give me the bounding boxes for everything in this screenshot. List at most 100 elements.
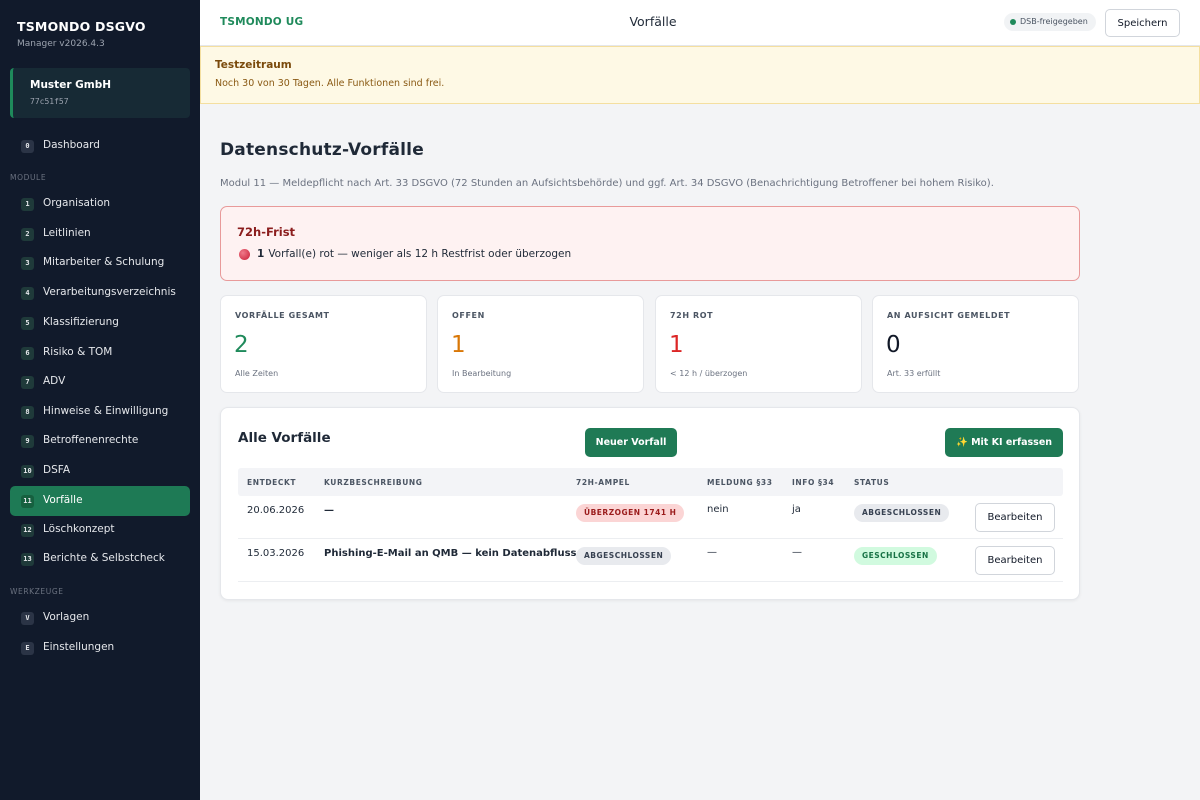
sidebar-item-betroffenenrechte[interactable]: 9 Betroffenenrechte bbox=[10, 426, 190, 456]
kpi-value: 0 bbox=[886, 332, 901, 358]
incidents-title: Alle Vorfälle bbox=[238, 430, 331, 446]
sidebar-item-vorfaelle[interactable]: 11 Vorfälle bbox=[10, 486, 190, 516]
trial-title: Testzeitraum bbox=[215, 59, 292, 71]
alert-count: 1 bbox=[257, 248, 265, 260]
kpi-value: 1 bbox=[451, 332, 466, 358]
table-row: 20.06.2026 — ÜBERZOGEN 1741 H nein ja AB… bbox=[238, 496, 1063, 539]
kpi-label: AN AUFSICHT GEMELDET bbox=[887, 311, 1011, 320]
nav-badge: 3 bbox=[21, 257, 34, 270]
sidebar-item-hinweise[interactable]: 8 Hinweise & Einwilligung bbox=[10, 397, 190, 427]
status-dot-icon bbox=[1010, 19, 1016, 25]
topbar-title: Vorfälle bbox=[629, 14, 677, 29]
kpi-sub: Alle Zeiten bbox=[235, 369, 279, 378]
nav-badge: 0 bbox=[21, 140, 34, 153]
save-button[interactable]: Speichern bbox=[1105, 9, 1180, 37]
column-header: ENTDECKT bbox=[247, 478, 297, 487]
sidebar-item-label: Organisation bbox=[43, 197, 111, 209]
sidebar-item-label: Verarbeitungsverzeichnis bbox=[43, 286, 176, 298]
nav-badge: 4 bbox=[21, 287, 34, 300]
nav-badge: 5 bbox=[21, 317, 34, 330]
cell-meldung: — bbox=[707, 547, 717, 558]
edit-button[interactable]: Bearbeiten bbox=[975, 503, 1055, 532]
cell-meldung: nein bbox=[707, 504, 729, 515]
tenant-switcher[interactable]: Muster GmbH 77c51f57 bbox=[10, 68, 190, 118]
nav-badge: 12 bbox=[21, 524, 34, 537]
kpi-label: VORFÄLLE GESAMT bbox=[235, 311, 330, 320]
nav-badge: 11 bbox=[21, 495, 34, 508]
cell-date: 20.06.2026 bbox=[247, 505, 305, 516]
sidebar-item-label: Risiko & TOM bbox=[43, 346, 113, 358]
kpi-card-reported: AN AUFSICHT GEMELDET 0 Art. 33 erfüllt bbox=[872, 295, 1079, 393]
dsb-status-badge: DSB-freigegeben bbox=[1004, 13, 1096, 31]
sidebar-item-label: Betroffenenrechte bbox=[43, 434, 139, 446]
sidebar-item-vorlagen[interactable]: V Vorlagen bbox=[10, 603, 190, 633]
nav-badge: 1 bbox=[21, 198, 34, 211]
sidebar-item-label: Leitlinien bbox=[43, 227, 91, 239]
page-title: Datenschutz-Vorfälle bbox=[220, 140, 424, 160]
status-badge: GESCHLOSSEN bbox=[854, 547, 937, 565]
sidebar-item-loeschkonzept[interactable]: 12 Löschkonzept bbox=[10, 515, 190, 545]
kpi-value: 1 bbox=[669, 332, 684, 358]
sidebar-item-dsfa[interactable]: 10 DSFA bbox=[10, 456, 190, 486]
kpi-value: 2 bbox=[234, 332, 249, 358]
status-badge: ABGESCHLOSSEN bbox=[854, 504, 950, 522]
trial-banner: Testzeitraum Noch 30 von 30 Tagen. Alle … bbox=[200, 46, 1200, 104]
sidebar-item-label: Dashboard bbox=[43, 139, 100, 151]
ai-capture-button[interactable]: ✨ Mit KI erfassen bbox=[945, 428, 1063, 457]
edit-button[interactable]: Bearbeiten bbox=[975, 546, 1055, 575]
sidebar-item-label: Mitarbeiter & Schulung bbox=[43, 256, 165, 268]
alert-text: 1 Vorfall(e) rot — weniger als 12 h Rest… bbox=[239, 248, 571, 260]
red-circle-icon bbox=[239, 248, 250, 260]
cell-description: — bbox=[324, 505, 334, 516]
sidebar-item-dashboard[interactable]: 0 Dashboard bbox=[10, 131, 190, 161]
kpi-sub: < 12 h / überzogen bbox=[670, 369, 748, 378]
sidebar-item-organisation[interactable]: 1 Organisation bbox=[10, 189, 190, 219]
nav-badge: 2 bbox=[21, 228, 34, 241]
sidebar-item-label: Vorlagen bbox=[43, 611, 90, 623]
section-label-tools: WERKZEUGE bbox=[10, 587, 64, 596]
alert-title: 72h-Frist bbox=[237, 225, 296, 239]
cell-info: ja bbox=[792, 504, 801, 515]
nav-badge: 7 bbox=[21, 376, 34, 389]
app-version: Manager v2026.4.3 bbox=[17, 39, 105, 49]
nav-badge: 9 bbox=[21, 435, 34, 448]
cell-date: 15.03.2026 bbox=[247, 548, 305, 559]
new-incident-button[interactable]: Neuer Vorfall bbox=[585, 428, 677, 457]
topbar: TSMONDO UG Vorfälle DSB-freigegeben Spei… bbox=[200, 0, 1200, 46]
sidebar-item-berichte[interactable]: 13 Berichte & Selbstcheck bbox=[10, 544, 190, 574]
org-name: TSMONDO UG bbox=[220, 16, 304, 28]
page-subtitle: Modul 11 — Meldepflicht nach Art. 33 DSG… bbox=[220, 178, 994, 189]
column-header: 72H-AMPEL bbox=[576, 478, 630, 487]
table-row: 15.03.2026 Phishing-E-Mail an QMB — kein… bbox=[238, 539, 1063, 582]
column-header: MELDUNG §33 bbox=[707, 478, 773, 487]
alert-message: Vorfall(e) rot — weniger als 12 h Restfr… bbox=[268, 248, 572, 260]
cell-description: Phishing-E-Mail an QMB — kein Datenabflu… bbox=[324, 548, 577, 559]
column-header: KURZBESCHREIBUNG bbox=[324, 478, 423, 487]
sidebar-item-risiko-tom[interactable]: 6 Risiko & TOM bbox=[10, 338, 190, 368]
kpi-label: OFFEN bbox=[452, 311, 485, 320]
incidents-card: Alle Vorfälle Neuer Vorfall ✨ Mit KI erf… bbox=[220, 407, 1080, 600]
sidebar-item-label: Einstellungen bbox=[43, 641, 115, 653]
sidebar-item-leitlinien[interactable]: 2 Leitlinien bbox=[10, 219, 190, 249]
trial-text: Noch 30 von 30 Tagen. Alle Funktionen si… bbox=[215, 78, 445, 89]
sidebar-item-klassifizierung[interactable]: 5 Klassifizierung bbox=[10, 308, 190, 338]
cell-info: — bbox=[792, 547, 802, 558]
sidebar-item-adv[interactable]: 7 ADV bbox=[10, 367, 190, 397]
sidebar-item-label: Vorfälle bbox=[43, 494, 83, 506]
section-label-modules: MODULE bbox=[10, 173, 47, 182]
sidebar: TSMONDO DSGVO Manager v2026.4.3 Muster G… bbox=[0, 0, 200, 800]
sidebar-item-label: Klassifizierung bbox=[43, 316, 119, 328]
kpi-label: 72H ROT bbox=[670, 311, 714, 320]
sidebar-item-label: Berichte & Selbstcheck bbox=[43, 552, 165, 564]
kpi-sub: Art. 33 erfüllt bbox=[887, 369, 941, 378]
kpi-card-open: OFFEN 1 In Bearbeitung bbox=[437, 295, 644, 393]
dsb-status-label: DSB-freigegeben bbox=[1020, 17, 1088, 26]
sidebar-item-verarbeitungsverzeichnis[interactable]: 4 Verarbeitungsverzeichnis bbox=[10, 278, 190, 308]
sidebar-item-einstellungen[interactable]: E Einstellungen bbox=[10, 633, 190, 663]
ampel-badge: ÜBERZOGEN 1741 H bbox=[576, 504, 685, 522]
nav-badge: 8 bbox=[21, 406, 34, 419]
nav-badge: 6 bbox=[21, 347, 34, 360]
kpi-card-total: VORFÄLLE GESAMT 2 Alle Zeiten bbox=[220, 295, 427, 393]
nav-badge: E bbox=[21, 642, 34, 655]
sidebar-item-mitarbeiter[interactable]: 3 Mitarbeiter & Schulung bbox=[10, 248, 190, 278]
